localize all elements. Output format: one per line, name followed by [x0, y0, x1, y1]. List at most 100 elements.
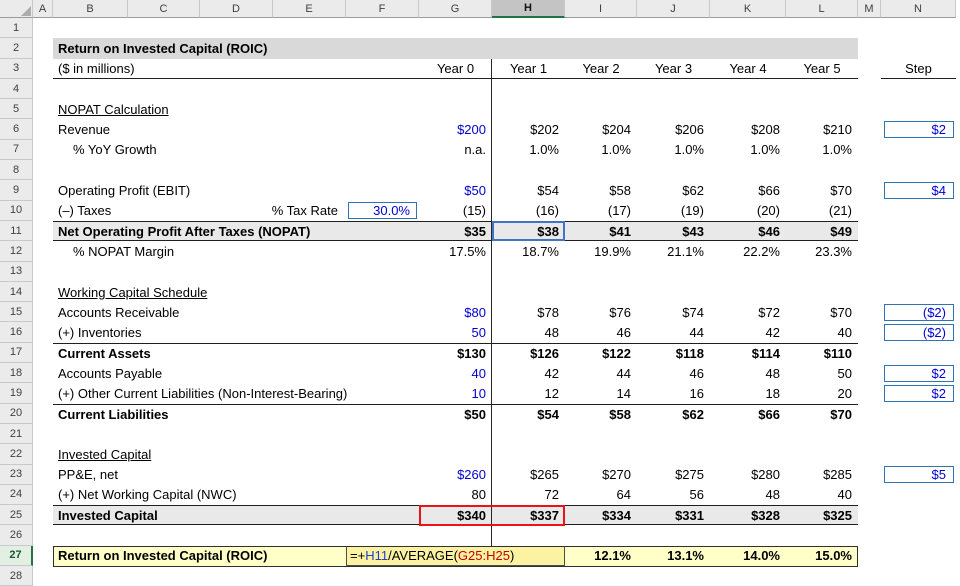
- value-cell[interactable]: 13.1%: [637, 546, 710, 566]
- section-heading-invested-capital[interactable]: Invested Capital: [53, 444, 956, 464]
- year-header[interactable]: Year 1: [492, 59, 565, 79]
- value-cell[interactable]: 42: [492, 363, 565, 383]
- value-cell[interactable]: $62: [637, 404, 710, 424]
- column-header-l[interactable]: L: [786, 0, 858, 18]
- tax-rate-cell[interactable]: 30.0%: [346, 201, 419, 221]
- value-cell[interactable]: 50: [786, 363, 858, 383]
- empty-cell[interactable]: [881, 505, 956, 525]
- empty-cell[interactable]: [881, 221, 956, 241]
- empty-cell[interactable]: [858, 180, 881, 200]
- value-cell-h11[interactable]: $38: [492, 221, 565, 241]
- value-cell[interactable]: $70: [786, 180, 858, 200]
- empty-cell[interactable]: [881, 485, 956, 505]
- row-label-nopat-margin[interactable]: % NOPAT Margin: [53, 241, 419, 261]
- row-label-nwc[interactable]: (+) Net Working Capital (NWC): [53, 485, 419, 505]
- value-cell[interactable]: $49: [786, 221, 858, 241]
- row-label-accounts-payable[interactable]: Accounts Payable: [53, 363, 419, 383]
- formula-cell[interactable]: =+H11/AVERAGE(G25:H25): [346, 546, 565, 566]
- value-cell[interactable]: (21): [786, 201, 858, 221]
- empty-cell[interactable]: [33, 343, 53, 363]
- step-header[interactable]: Step: [881, 59, 956, 79]
- value-cell[interactable]: $70: [786, 404, 858, 424]
- empty-cell[interactable]: [33, 465, 53, 485]
- value-cell[interactable]: $54: [492, 404, 565, 424]
- empty-cell[interactable]: [881, 546, 956, 566]
- empty-cell[interactable]: [858, 546, 881, 566]
- value-cell[interactable]: $50: [419, 404, 492, 424]
- empty-cell[interactable]: [858, 38, 956, 58]
- value-cell[interactable]: $43: [637, 221, 710, 241]
- column-header-i[interactable]: I: [565, 0, 637, 18]
- value-cell[interactable]: 40: [419, 363, 492, 383]
- value-cell[interactable]: 48: [710, 363, 786, 383]
- value-cell[interactable]: $76: [565, 302, 637, 322]
- step-cell[interactable]: ($2): [881, 302, 956, 322]
- empty-cell[interactable]: [858, 140, 881, 160]
- value-cell[interactable]: 16: [637, 383, 710, 403]
- column-header-k[interactable]: K: [710, 0, 786, 18]
- empty-cell[interactable]: [33, 485, 53, 505]
- value-cell[interactable]: 40: [786, 322, 858, 342]
- value-cell[interactable]: $210: [786, 119, 858, 139]
- value-cell[interactable]: $46: [710, 221, 786, 241]
- row-header[interactable]: 16: [0, 322, 33, 342]
- row-header[interactable]: 25: [0, 505, 33, 525]
- empty-cell[interactable]: [33, 505, 53, 525]
- row-header[interactable]: 19: [0, 383, 33, 403]
- value-cell[interactable]: 17.5%: [419, 241, 492, 261]
- empty-cell[interactable]: [881, 404, 956, 424]
- value-cell[interactable]: $50: [419, 180, 492, 200]
- value-cell[interactable]: n.a.: [419, 140, 492, 160]
- empty-cell[interactable]: [858, 363, 881, 383]
- empty-cell[interactable]: [881, 343, 956, 363]
- empty-row[interactable]: [33, 79, 956, 99]
- value-cell[interactable]: $62: [637, 180, 710, 200]
- value-cell[interactable]: 1.0%: [492, 140, 565, 160]
- empty-cell[interactable]: [858, 201, 881, 221]
- value-cell[interactable]: $122: [565, 343, 637, 363]
- row-label-ppe[interactable]: PP&E, net: [53, 465, 419, 485]
- column-header-m[interactable]: M: [858, 0, 881, 18]
- value-cell[interactable]: $80: [419, 302, 492, 322]
- empty-cell[interactable]: [33, 38, 53, 58]
- row-header[interactable]: 3: [0, 59, 33, 79]
- value-cell[interactable]: $202: [492, 119, 565, 139]
- value-cell[interactable]: $206: [637, 119, 710, 139]
- row-label-roic[interactable]: Return on Invested Capital (ROIC): [53, 546, 346, 566]
- value-cell[interactable]: 21.1%: [637, 241, 710, 261]
- empty-cell[interactable]: [858, 302, 881, 322]
- empty-cell[interactable]: [33, 363, 53, 383]
- row-label-nopat[interactable]: Net Operating Profit After Taxes (NOPAT): [53, 221, 419, 241]
- value-cell[interactable]: $118: [637, 343, 710, 363]
- row-header[interactable]: 17: [0, 343, 33, 363]
- row-label-current-liabilities[interactable]: Current Liabilities: [53, 404, 419, 424]
- empty-cell[interactable]: [33, 383, 53, 403]
- value-cell[interactable]: 56: [637, 485, 710, 505]
- row-label-taxes[interactable]: (–) Taxes: [53, 201, 200, 221]
- empty-row[interactable]: [33, 160, 956, 180]
- year-header[interactable]: Year 5: [786, 59, 858, 79]
- empty-row[interactable]: [33, 525, 956, 545]
- empty-cell[interactable]: [33, 444, 53, 464]
- empty-cell[interactable]: [858, 119, 881, 139]
- empty-row[interactable]: [33, 424, 956, 444]
- year-header[interactable]: Year 3: [637, 59, 710, 79]
- value-cell[interactable]: 42: [710, 322, 786, 342]
- row-label-accounts-receivable[interactable]: Accounts Receivable: [53, 302, 419, 322]
- row-header[interactable]: 13: [0, 262, 33, 282]
- value-cell[interactable]: $66: [710, 404, 786, 424]
- value-cell[interactable]: $265: [492, 465, 565, 485]
- value-cell[interactable]: $110: [786, 343, 858, 363]
- tax-rate-label[interactable]: % Tax Rate: [200, 201, 346, 221]
- value-cell[interactable]: $66: [710, 180, 786, 200]
- column-header-h-active[interactable]: H: [492, 0, 565, 18]
- value-cell[interactable]: $74: [637, 302, 710, 322]
- year-header[interactable]: Year 0: [419, 59, 492, 79]
- empty-cell[interactable]: [858, 465, 881, 485]
- value-cell[interactable]: $204: [565, 119, 637, 139]
- empty-cell[interactable]: [33, 546, 53, 566]
- column-header-n[interactable]: N: [881, 0, 956, 18]
- units-note[interactable]: ($ in millions): [53, 59, 419, 79]
- row-header[interactable]: 18: [0, 363, 33, 383]
- value-cell[interactable]: (20): [710, 201, 786, 221]
